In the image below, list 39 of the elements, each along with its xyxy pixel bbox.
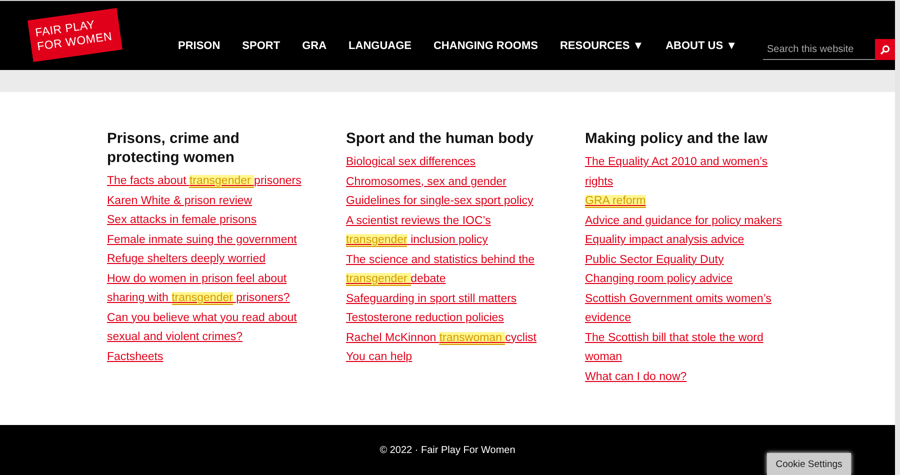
search-icon	[880, 44, 890, 54]
nav-link[interactable]: GRA	[302, 40, 327, 52]
section-heading: Making policy and the law	[585, 130, 768, 149]
article-link[interactable]: You can help	[346, 348, 412, 368]
article-link[interactable]: Chromosomes, sex and gender	[346, 172, 506, 192]
article-link[interactable]: Equality impact analysis advice	[585, 231, 744, 250]
article-link[interactable]: Refuge shelters deeply worried	[107, 250, 266, 270]
article-link[interactable]: The facts about transgender prisoners	[107, 172, 302, 192]
article-link[interactable]: Advice and guidance for policy makers	[585, 212, 782, 231]
article-link[interactable]: Guidelines for single-sex sport policy	[346, 192, 534, 212]
section-heading: Sport and the human body	[346, 130, 534, 149]
article-link[interactable]: Sex attacks in female prisons	[107, 211, 257, 230]
article-link[interactable]: Public Sector Equality Duty	[585, 250, 724, 270]
search-button[interactable]	[875, 39, 895, 60]
nav-link[interactable]: LANGUAGE	[348, 40, 412, 52]
article-link[interactable]: Can you believe what you read about sexual and violent crimes?	[107, 308, 308, 348]
logo[interactable]: FAIR PLAY FOR WOMEN	[28, 8, 122, 62]
nav-link[interactable]: RESOURCES ▼	[560, 40, 644, 52]
article-link[interactable]: Karen White & prison review	[107, 192, 252, 211]
article-link[interactable]: Safeguarding in sport still matters	[346, 290, 517, 309]
article-link[interactable]: Scottish Government omits women’s evidence	[585, 290, 786, 328]
nav-link[interactable]: PRISON	[178, 40, 220, 52]
article-link[interactable]: Changing room policy advice	[585, 270, 733, 290]
cookie-settings-button[interactable]: Cookie Settings	[767, 453, 851, 475]
nav-link[interactable]: CHANGING ROOMS	[433, 40, 538, 52]
article-link[interactable]: Testosterone reduction policies	[346, 309, 504, 328]
article-link[interactable]: Female inmate suing the government	[107, 230, 297, 250]
article-link[interactable]: Factsheets	[107, 348, 164, 367]
section-heading: Prisons, crime and protecting women	[107, 130, 240, 168]
article-link[interactable]: What can I do now?	[585, 368, 687, 387]
article-link[interactable]: Biological sex differences	[346, 153, 476, 172]
article-link[interactable]: The Scottish bill that stole the word woman	[585, 328, 786, 368]
copyright-text: © 2022 · Fair Play For Women	[380, 444, 516, 456]
nav-link[interactable]: ABOUT US ▼	[666, 40, 737, 52]
nav-link[interactable]: SPORT	[242, 40, 280, 52]
article-link[interactable]: Rachel McKinnon transwoman cyclist	[346, 328, 536, 348]
scrollbar[interactable]	[895, 0, 900, 475]
article-link[interactable]: The Equality Act 2010 and women’s rights	[585, 153, 786, 192]
article-link[interactable]: The science and statistics behind the transgender debate	[346, 250, 547, 290]
